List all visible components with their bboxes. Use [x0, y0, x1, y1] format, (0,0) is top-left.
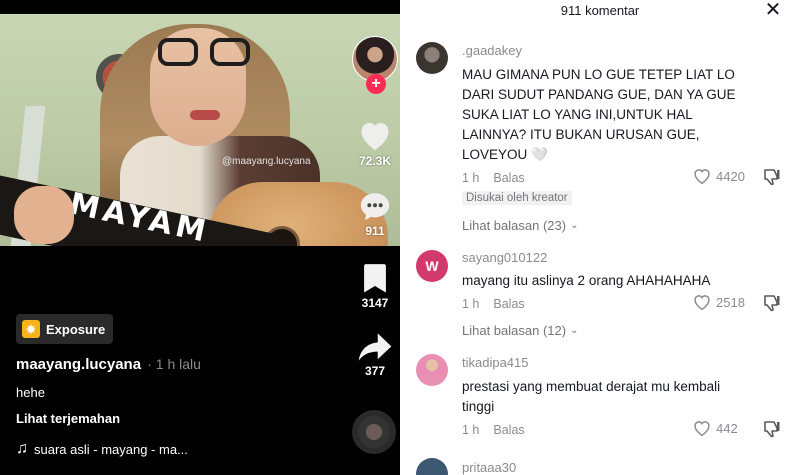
dislike-icon[interactable] [762, 419, 782, 439]
comment-avatar[interactable] [416, 458, 448, 475]
close-icon[interactable]: ✕ [762, 0, 784, 22]
view-replies-label: Lihat balasan (12) [462, 323, 567, 338]
glasses [158, 38, 250, 68]
username-line: maayang.lucyana · 1 h lalu [16, 356, 201, 373]
comment-like-count: 4420 [716, 168, 745, 184]
chevron-down-icon: ⌄ [570, 325, 579, 336]
comment-text: prestasi yang membuat derajat mu kembali… [462, 379, 721, 414]
exposure-badge[interactable]: ✸ Exposure [16, 314, 114, 344]
exposure-icon: ✸ [22, 320, 40, 338]
comment-meta: 1 h Balas [462, 297, 525, 311]
dislike-icon[interactable] [762, 293, 782, 313]
video-caption: hehe [16, 385, 45, 400]
heart-icon [694, 169, 710, 185]
comment-count: 911 [365, 224, 385, 238]
comment-like-count: 2518 [716, 294, 745, 310]
comment-meta: 1 h Balas [462, 171, 525, 185]
reply-button[interactable]: Balas [493, 297, 524, 311]
comment-like-button[interactable]: 2518 [692, 293, 745, 311]
comment-button[interactable]: 911 [350, 190, 400, 238]
comment-avatar[interactable] [416, 42, 448, 74]
comment-like-count: 442 [716, 420, 738, 436]
comment-avatar[interactable]: W [416, 250, 448, 282]
reply-button[interactable]: Balas [493, 423, 524, 437]
sound-name: suara asli - mayang - ma... [34, 441, 188, 457]
music-note-icon: ♫ [16, 440, 28, 457]
comment-time: 1 h [462, 297, 480, 311]
video-frame[interactable]: MAYAM @maayang.lucyana [0, 14, 400, 246]
view-replies-button[interactable]: Lihat balasan (23) ⌄ [462, 218, 578, 233]
comments-title: 911 komentar [560, 3, 640, 18]
comment-username[interactable]: pritaaa30 [462, 460, 516, 475]
person-hand [14, 186, 74, 244]
comment-time: 1 h [462, 423, 480, 437]
comment-text: MAU GIMANA PUN LO GUE TETEP LIAT LO DARI… [462, 67, 736, 162]
heart-icon [361, 123, 389, 150]
video-watermark: @maayang.lucyana [222, 156, 311, 167]
follow-button[interactable]: + [366, 74, 386, 94]
comment-avatar[interactable] [416, 354, 448, 386]
video-panel[interactable]: MAYAM @maayang.lucyana + 72.3K 911 3147 … [0, 0, 400, 475]
comment-meta: 1 h Balas [462, 423, 525, 437]
bookmark-count: 3147 [361, 296, 389, 310]
comment-like-button[interactable]: 4420 [692, 167, 745, 185]
heart-icon [694, 421, 710, 437]
comment-username[interactable]: sayang010122 [462, 250, 547, 265]
liked-by-creator-tag: Disukai oleh kreator [462, 191, 572, 205]
comment-text: mayang itu aslinya 2 orang AHAHAHAHA [462, 273, 711, 288]
comment-icon [360, 193, 390, 221]
share-icon [358, 333, 392, 361]
comments-panel: 911 komentar ✕ .gaadakey MAU GIMANA PUN … [400, 0, 800, 475]
comment-username[interactable]: .gaadakey [462, 43, 522, 58]
like-button[interactable]: 72.3K [350, 118, 400, 168]
comment-time: 1 h [462, 171, 480, 185]
like-count: 72.3K [358, 154, 392, 168]
comment-like-button[interactable]: 442 [692, 419, 738, 437]
reply-button[interactable]: Balas [493, 171, 524, 185]
view-replies-button[interactable]: Lihat balasan (12) ⌄ [462, 323, 578, 338]
share-button[interactable]: 377 [350, 332, 400, 378]
exposure-label: Exposure [46, 321, 106, 337]
comment-username[interactable]: tikadipa415 [462, 355, 529, 370]
chevron-down-icon: ⌄ [570, 220, 579, 231]
bookmark-icon [364, 264, 386, 293]
view-replies-label: Lihat balasan (23) [462, 218, 567, 233]
creator-avatar-button[interactable]: + [352, 36, 400, 94]
dislike-icon[interactable] [762, 167, 782, 187]
post-time: · 1 h lalu [147, 356, 201, 372]
translate-link[interactable]: Lihat terjemahan [16, 411, 120, 426]
bookmark-button[interactable]: 3147 [350, 262, 400, 310]
heart-icon [694, 295, 710, 311]
video-username[interactable]: maayang.lucyana [16, 356, 141, 373]
person-lips [190, 110, 220, 120]
music-disc[interactable] [352, 410, 396, 454]
share-count: 377 [364, 364, 386, 378]
sound-line[interactable]: ♫ suara asli - mayang - ma... [16, 440, 188, 458]
